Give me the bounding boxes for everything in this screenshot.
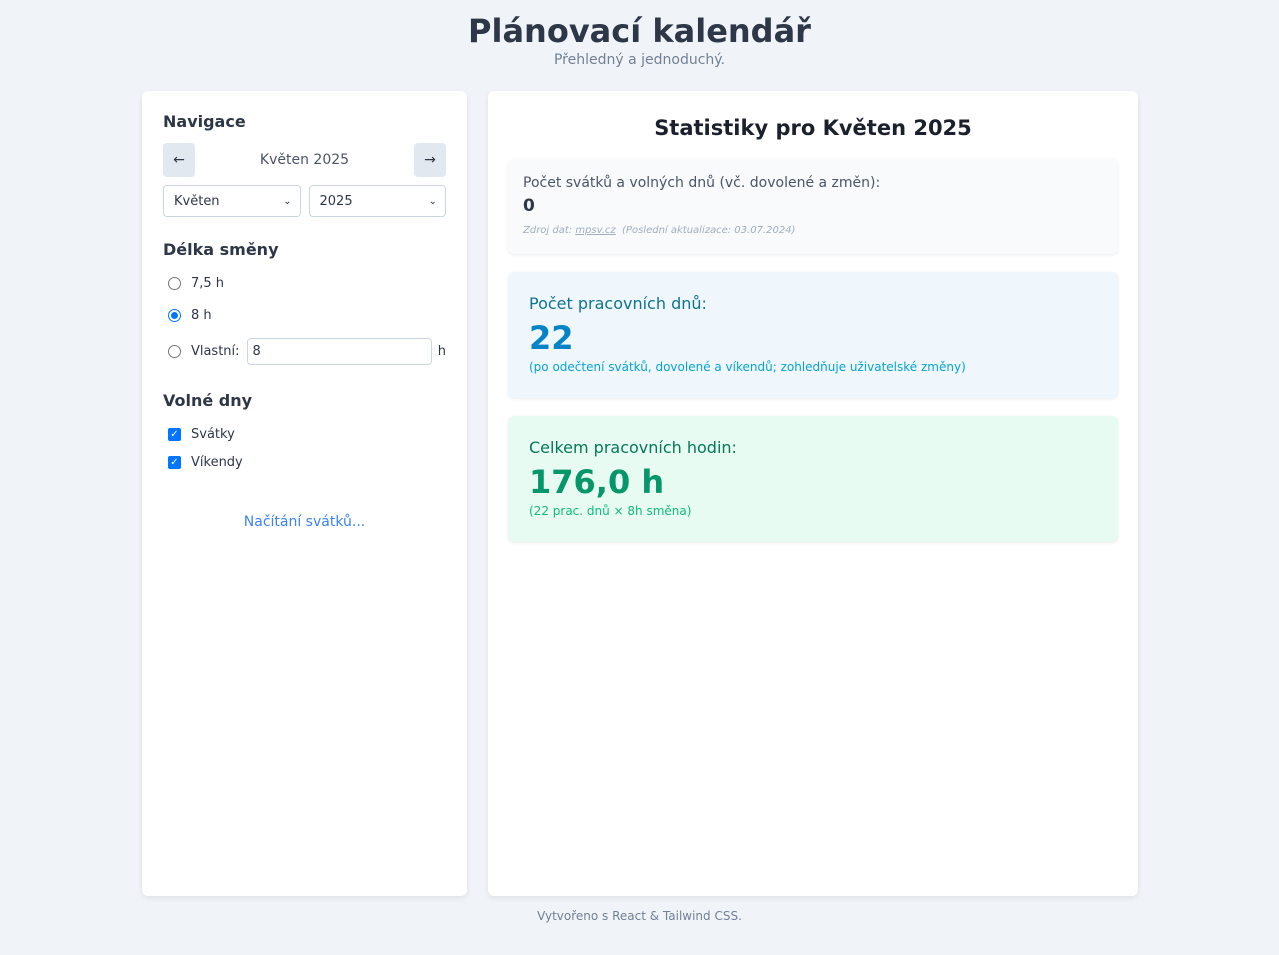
navigation-heading: Navigace	[163, 112, 246, 131]
stats-title: Statistiky pro Květen 2025	[654, 116, 972, 140]
stats-panel: Statistiky pro Květen 2025 Počet svátků …	[488, 91, 1138, 896]
weekends-checkbox-label: Víkendy	[191, 454, 243, 470]
working-days-note: (po odečtení svátků, dovolené a víkendů;…	[529, 360, 966, 374]
radio-8[interactable]	[168, 308, 181, 322]
weekends-checkbox-row[interactable]: ✓ Víkendy	[168, 452, 446, 472]
data-source: Zdroj dat: mpsv.cz (Poslední aktualizace…	[523, 225, 1104, 236]
arrow-right-icon: →	[424, 152, 436, 168]
holidays-checkbox-label: Svátky	[191, 426, 235, 442]
date-selects: Květen ⌄ 2025 ⌄	[163, 185, 446, 217]
holidays-count-value: 0	[523, 196, 535, 216]
working-days-value: 22	[529, 319, 574, 357]
working-hours-card: Celkem pracovních hodin: 176,0 h (22 pra…	[508, 416, 1118, 542]
holidays-checkbox[interactable]: ✓	[168, 427, 181, 441]
radio-7-5[interactable]	[168, 276, 181, 290]
source-updated: (Poslední aktualizace: 03.07.2024)	[622, 225, 796, 236]
page-subtitle: Přehledný a jednoduchý.	[553, 52, 726, 68]
prev-month-button[interactable]: ←	[163, 143, 195, 177]
month-select[interactable]: Květen ⌄	[163, 185, 301, 217]
working-hours-note: (22 prac. dnů × 8h směna)	[529, 504, 692, 518]
year-select[interactable]: 2025 ⌄	[308, 185, 446, 217]
month-navigation: ← Květen 2025 →	[163, 143, 446, 177]
loading-holidays-text: Načítání svátků...	[243, 514, 366, 530]
custom-shift-unit: h	[437, 343, 446, 359]
holidays-checkbox-row[interactable]: ✓ Svátky	[168, 424, 446, 444]
radio-custom[interactable]	[168, 344, 181, 358]
shift-option-label: 7,5 h	[191, 275, 225, 291]
sidebar-panel: Navigace ← Květen 2025 → Květen ⌄ 2025 ⌄…	[142, 91, 467, 896]
page-header: Plánovací kalendář Přehledný a jednoduch…	[0, 0, 1279, 91]
working-days-label: Počet pracovních dnů:	[529, 294, 707, 313]
custom-shift-input[interactable]: 8	[246, 337, 432, 365]
shift-option-8[interactable]: 8 h	[168, 305, 446, 325]
page-footer: Vytvořeno s React & Tailwind CSS.	[537, 909, 742, 923]
month-select-value: Květen	[174, 193, 220, 209]
arrow-left-icon: ←	[173, 152, 185, 168]
source-link[interactable]: mpsv.cz	[575, 225, 615, 236]
holidays-card: Počet svátků a volných dnů (vč. dovolené…	[508, 159, 1118, 254]
holidays-count-label: Počet svátků a volných dnů (vč. dovolené…	[523, 175, 881, 191]
chevron-down-icon: ⌄	[428, 195, 437, 207]
page-title: Plánovací kalendář	[468, 12, 811, 50]
source-prefix: Zdroj dat:	[523, 225, 573, 236]
days-off-heading: Volné dny	[163, 391, 253, 410]
weekends-checkbox[interactable]: ✓	[168, 455, 181, 469]
custom-shift-label: Vlastní:	[190, 343, 240, 359]
shift-length-heading: Délka směny	[163, 240, 279, 259]
working-days-card: Počet pracovních dnů: 22 (po odečtení sv…	[508, 272, 1118, 398]
working-hours-value: 176,0 h	[529, 463, 665, 501]
chevron-down-icon: ⌄	[283, 195, 292, 207]
shift-option-label: 8 h	[191, 307, 212, 323]
current-month-label: Květen 2025	[259, 152, 350, 168]
shift-option-custom[interactable]: Vlastní: 8 h	[168, 337, 446, 365]
year-select-value: 2025	[319, 193, 353, 209]
next-month-button[interactable]: →	[413, 143, 446, 177]
shift-option-7-5[interactable]: 7,5 h	[168, 273, 446, 293]
working-hours-label: Celkem pracovních hodin:	[529, 438, 737, 457]
